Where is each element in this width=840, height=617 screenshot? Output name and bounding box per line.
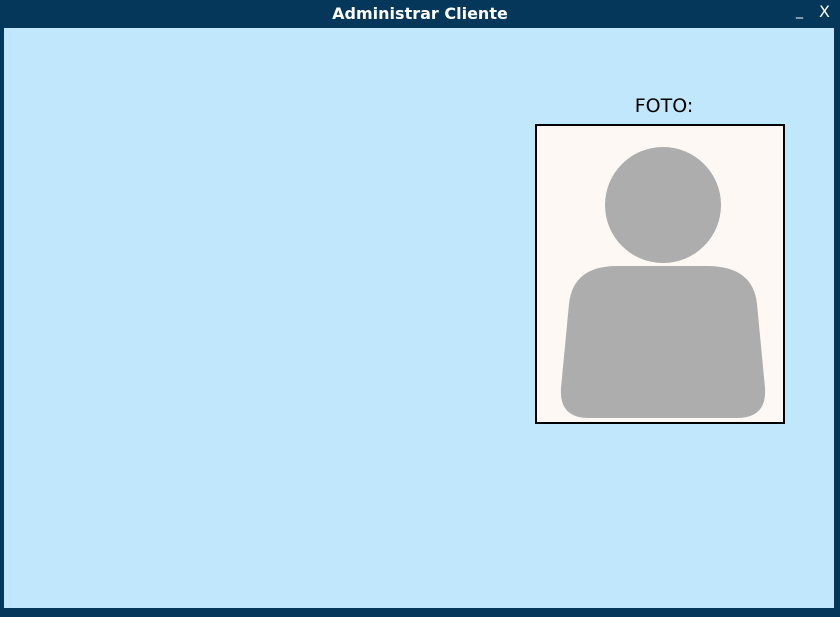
window: Administrar Cliente _ X FOTO:: [0, 0, 840, 617]
content-area: FOTO:: [4, 28, 834, 608]
window-title: Administrar Cliente: [332, 4, 508, 23]
user-silhouette-icon: [560, 147, 766, 418]
photo-label: FOTO:: [634, 95, 694, 117]
minimize-button[interactable]: _: [796, 1, 803, 21]
photo-frame[interactable]: [535, 124, 785, 424]
close-button[interactable]: X: [819, 2, 830, 22]
title-bar[interactable]: Administrar Cliente _ X: [0, 0, 840, 28]
